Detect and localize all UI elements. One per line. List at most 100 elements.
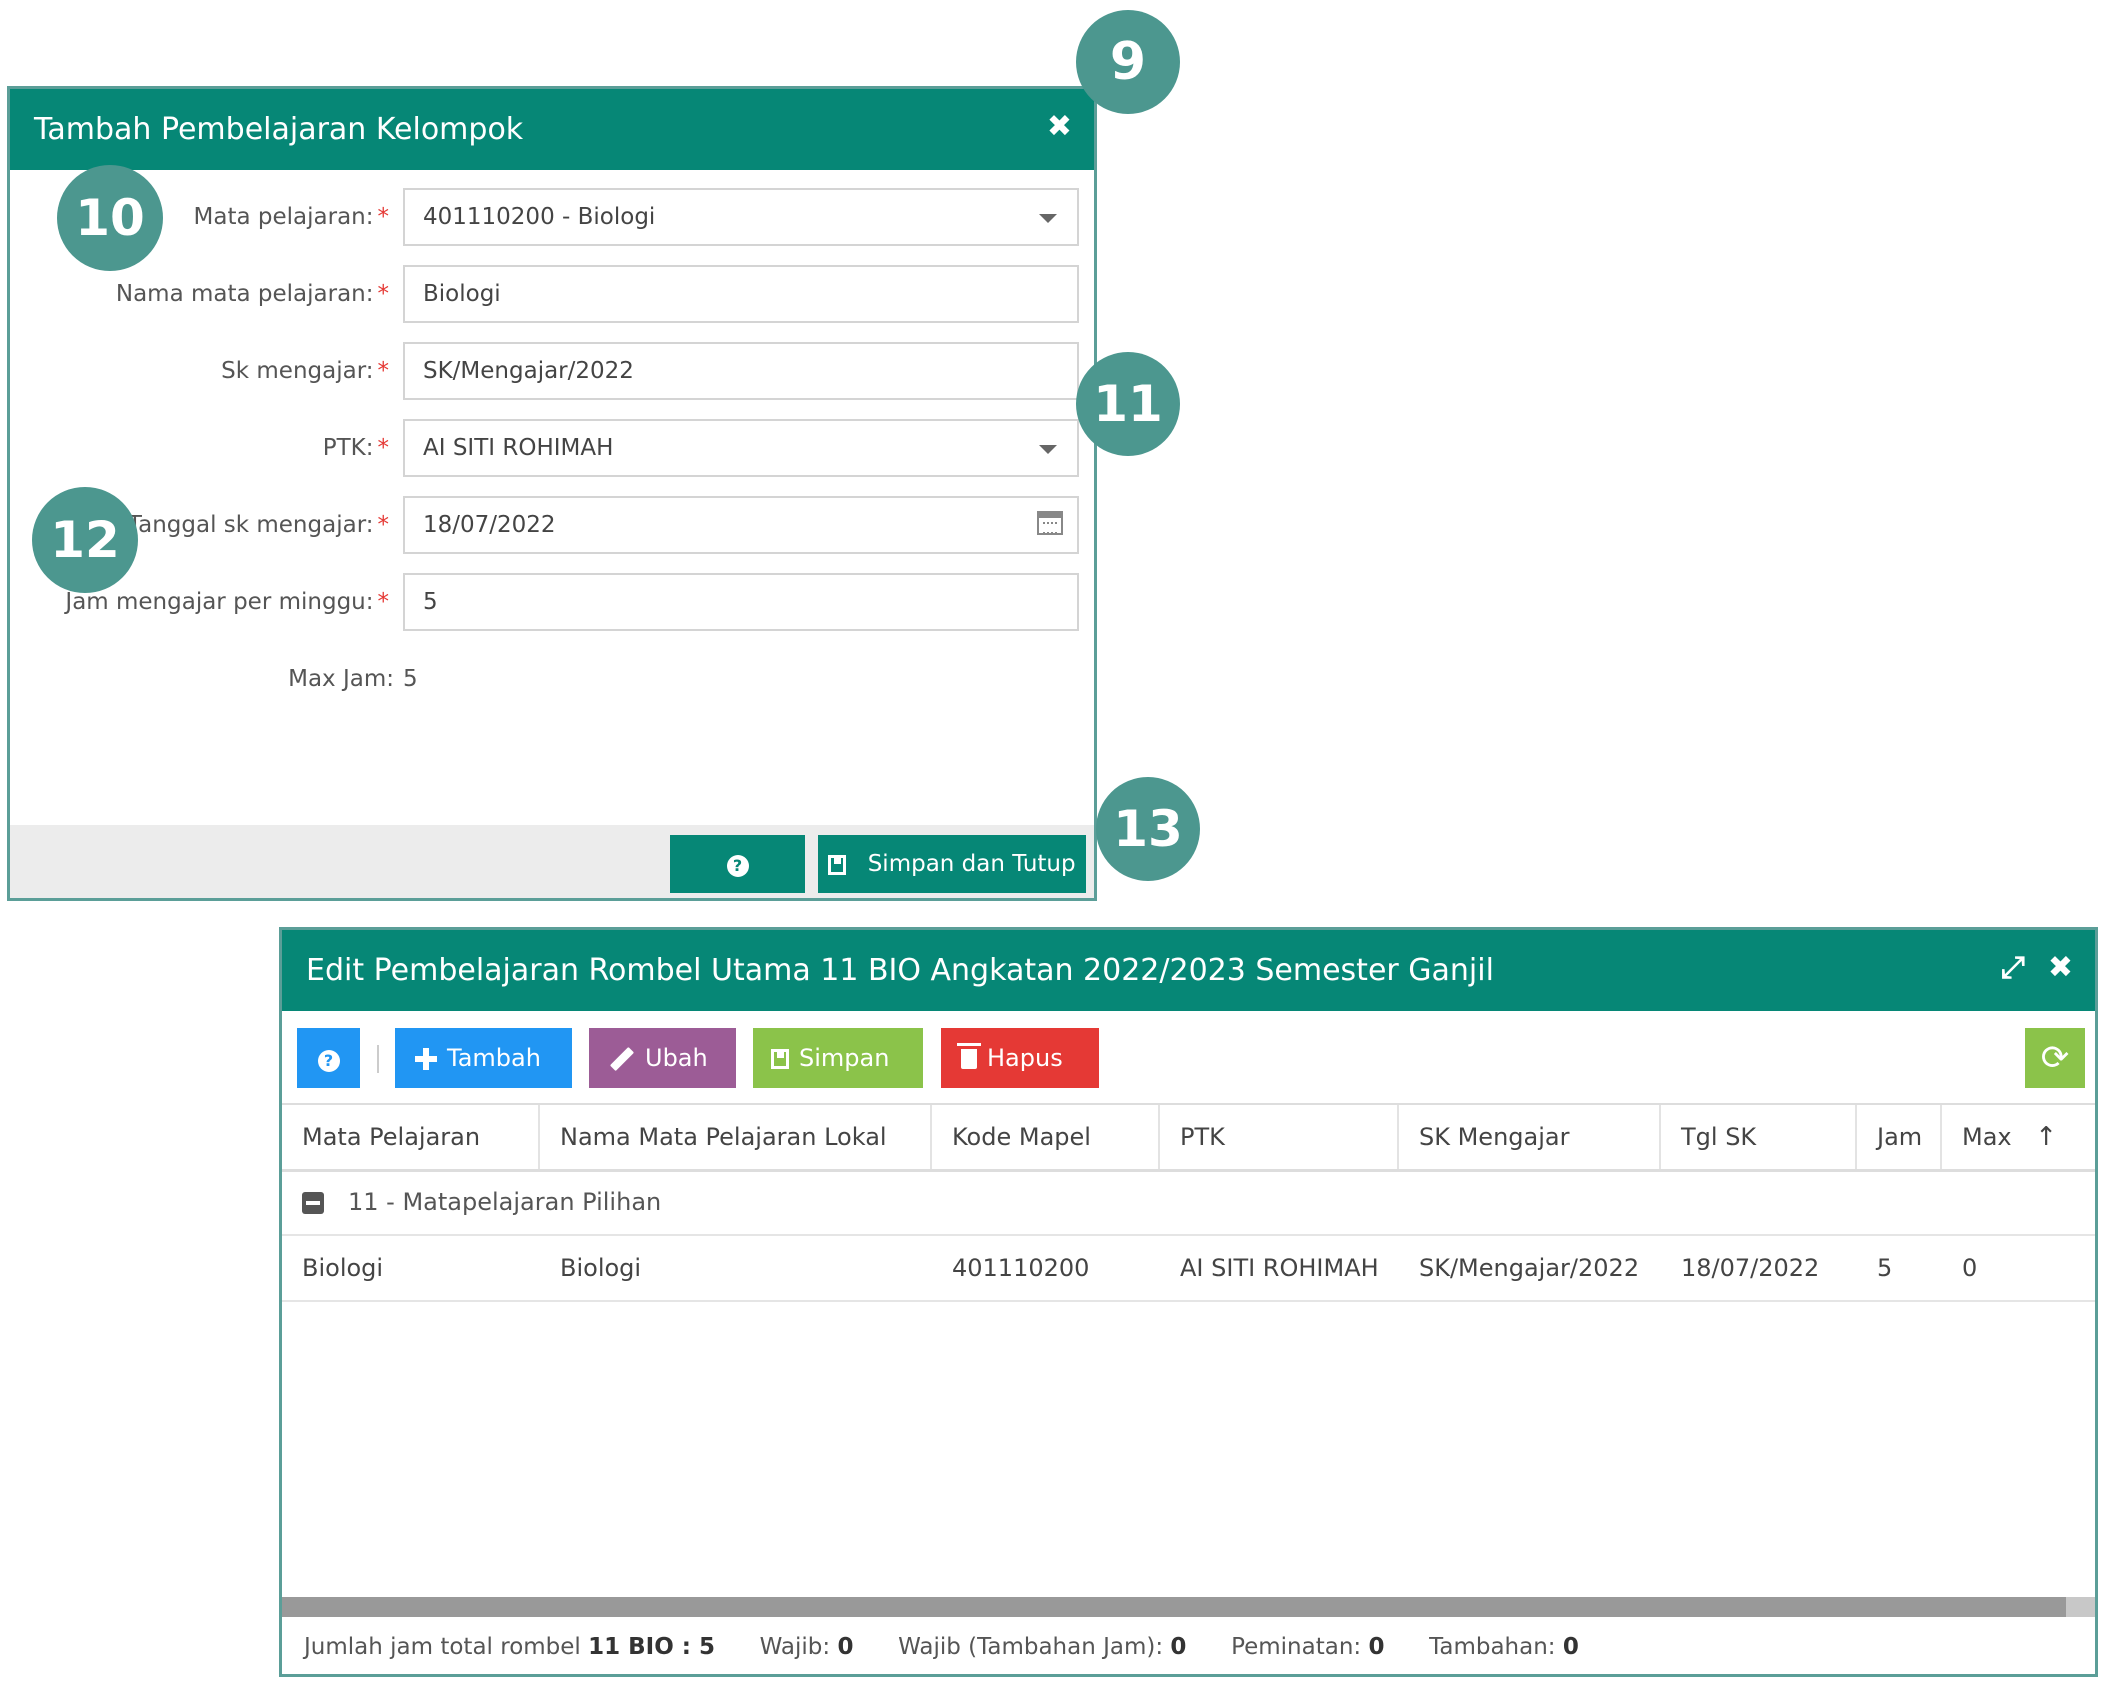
required-mark: * [377, 281, 390, 307]
max-hours-row: Max Jam: 5 [10, 650, 1094, 708]
table-cell: 5 [1877, 1254, 1893, 1282]
window-title: Edit Pembelajaran Rombel Utama 11 BIO An… [306, 953, 1494, 988]
dialog-titlebar: Tambah Pembelajaran Kelompok ✖ [10, 89, 1094, 170]
delete-button-label: Hapus [987, 1044, 1063, 1072]
tambahan-label: Tambahan: [1429, 1634, 1556, 1660]
field-label: PTK: [322, 435, 374, 461]
delete-button[interactable]: Hapus [941, 1028, 1099, 1088]
collapse-icon[interactable] [302, 1192, 324, 1214]
total-value: 11 BIO : 5 [588, 1634, 715, 1660]
close-icon[interactable]: ✖ [1047, 109, 1072, 144]
wajib-tambahan-value: 0 [1170, 1634, 1187, 1660]
subject-name-value: Biologi [423, 281, 501, 307]
column-header-label: Max [1962, 1123, 2012, 1151]
hours-per-week-value: 5 [423, 589, 438, 615]
required-mark: * [377, 512, 390, 538]
save-icon [828, 854, 847, 875]
max-hours-value: 5 [403, 666, 418, 692]
required-mark: * [377, 358, 390, 384]
table-row[interactable]: Biologi Biologi 401110200 AI SITI ROHIMA… [282, 1236, 2095, 1302]
table-cell: Biologi [302, 1254, 384, 1282]
maximize-icon[interactable]: ⤢ [2001, 950, 2025, 985]
sk-date-input[interactable]: 18/07/2022 [403, 496, 1079, 554]
group-label: 11 - Matapelajaran Pilihan [348, 1188, 662, 1216]
ptk-select[interactable]: AI SITI ROHIMAH [403, 419, 1079, 477]
dialog-title: Tambah Pembelajaran Kelompok [34, 112, 524, 147]
close-icon[interactable]: ✖ [2048, 950, 2073, 985]
peminatan-label: Peminatan: [1231, 1634, 1362, 1660]
field-label: Sk mengajar: [221, 358, 374, 384]
sk-input[interactable]: SK/Mengajar/2022 [403, 342, 1079, 400]
table-cell: SK/Mengajar/2022 [1419, 1254, 1640, 1282]
ptk-select-value: AI SITI ROHIMAH [423, 435, 614, 461]
save-button-label: Simpan [799, 1044, 890, 1072]
marker-12: 12 [32, 487, 138, 593]
field-label: Jam mengajar per minggu: [65, 589, 374, 615]
field-row-sk: Sk mengajar: * SK/Mengajar/2022 [10, 342, 1094, 400]
column-header[interactable]: Jam [1857, 1105, 1942, 1169]
table-cell: 401110200 [952, 1254, 1090, 1282]
field-label: Nama mata pelajaran: [115, 281, 374, 307]
column-header[interactable]: PTK [1160, 1105, 1399, 1169]
hours-per-week-input[interactable]: 5 [403, 573, 1079, 631]
required-mark: * [377, 204, 390, 230]
question-icon: ? [726, 855, 749, 877]
window-titlebar: Edit Pembelajaran Rombel Utama 11 BIO An… [282, 930, 2095, 1011]
summary-bar: Jumlah jam total rombel 11 BIO : 5 Wajib… [304, 1622, 1579, 1672]
edit-learning-window: Edit Pembelajaran Rombel Utama 11 BIO An… [279, 927, 2098, 1677]
scrollbar-thumb[interactable] [282, 1597, 2066, 1617]
edit-button[interactable]: Ubah [589, 1028, 736, 1088]
sk-date-value: 18/07/2022 [423, 512, 556, 538]
marker-9: 9 [1076, 10, 1180, 114]
table-cell: AI SITI ROHIMAH [1180, 1254, 1379, 1282]
field-row-ptk: PTK: * AI SITI ROHIMAH [10, 419, 1094, 477]
field-row-subject: Mata pelajaran: * 401110200 - Biologi [10, 188, 1094, 246]
toolbar: ? Tambah Ubah Simpan Hapus ⟳ [282, 1011, 2095, 1101]
max-hours-label: Max Jam: [288, 666, 394, 692]
field-row-sk-date: Tanggal sk mengajar: * 18/07/2022 [10, 496, 1094, 554]
field-row-hours: Jam mengajar per minggu: * 5 [10, 573, 1094, 631]
column-header[interactable]: Nama Mata Pelajaran Lokal [540, 1105, 932, 1169]
refresh-button[interactable]: ⟳ [2025, 1028, 2085, 1088]
question-icon: ? [317, 1050, 340, 1072]
marker-10: 10 [57, 165, 163, 271]
toolbar-divider [377, 1045, 379, 1073]
calendar-icon[interactable] [1037, 511, 1063, 535]
refresh-icon: ⟳ [2040, 1038, 2070, 1078]
field-label: Mata pelajaran: [193, 204, 374, 230]
subject-select[interactable]: 401110200 - Biologi [403, 188, 1079, 246]
column-header[interactable]: Mata Pelajaran [282, 1105, 540, 1169]
wajib-tambahan-label: Wajib (Tambahan Jam): [898, 1634, 1164, 1660]
save-button[interactable]: Simpan [753, 1028, 923, 1088]
tambahan-value: 0 [1562, 1634, 1579, 1660]
column-header[interactable]: Kode Mapel [932, 1105, 1160, 1169]
wajib-value: 0 [837, 1634, 854, 1660]
add-button[interactable]: Tambah [395, 1028, 572, 1088]
plus-icon [415, 1048, 437, 1070]
table-cell: 0 [1962, 1254, 1978, 1282]
field-row-subject-name: Nama mata pelajaran: * Biologi [10, 265, 1094, 323]
help-button[interactable]: ? [297, 1028, 360, 1088]
sort-arrow-icon[interactable]: ↑ [2035, 1122, 2057, 1152]
chevron-down-icon[interactable] [1039, 445, 1057, 454]
table-header: Mata Pelajaran Nama Mata Pelajaran Lokal… [282, 1103, 2095, 1172]
marker-11: 11 [1076, 352, 1180, 456]
column-header[interactable]: Tgl SK [1661, 1105, 1857, 1169]
peminatan-value: 0 [1368, 1634, 1385, 1660]
marker-13: 13 [1096, 777, 1200, 881]
chevron-down-icon[interactable] [1039, 214, 1057, 223]
column-header-max[interactable]: Max ↑ [1942, 1105, 2092, 1169]
total-label: Jumlah jam total rombel [304, 1634, 581, 1660]
subject-select-value: 401110200 - Biologi [423, 204, 656, 230]
column-header[interactable]: SK Mengajar [1399, 1105, 1661, 1169]
table-cell: 18/07/2022 [1681, 1254, 1820, 1282]
required-mark: * [377, 589, 390, 615]
field-label: Tanggal sk mengajar: [127, 512, 374, 538]
trash-icon [957, 1043, 981, 1069]
help-button[interactable]: ? [670, 835, 805, 893]
horizontal-scrollbar[interactable] [282, 1597, 2095, 1617]
save-and-close-button[interactable]: Simpan dan Tutup [818, 835, 1086, 893]
subject-name-input[interactable]: Biologi [403, 265, 1079, 323]
group-row[interactable]: 11 - Matapelajaran Pilihan [282, 1170, 2095, 1236]
save-and-close-label: Simpan dan Tutup [867, 851, 1076, 877]
